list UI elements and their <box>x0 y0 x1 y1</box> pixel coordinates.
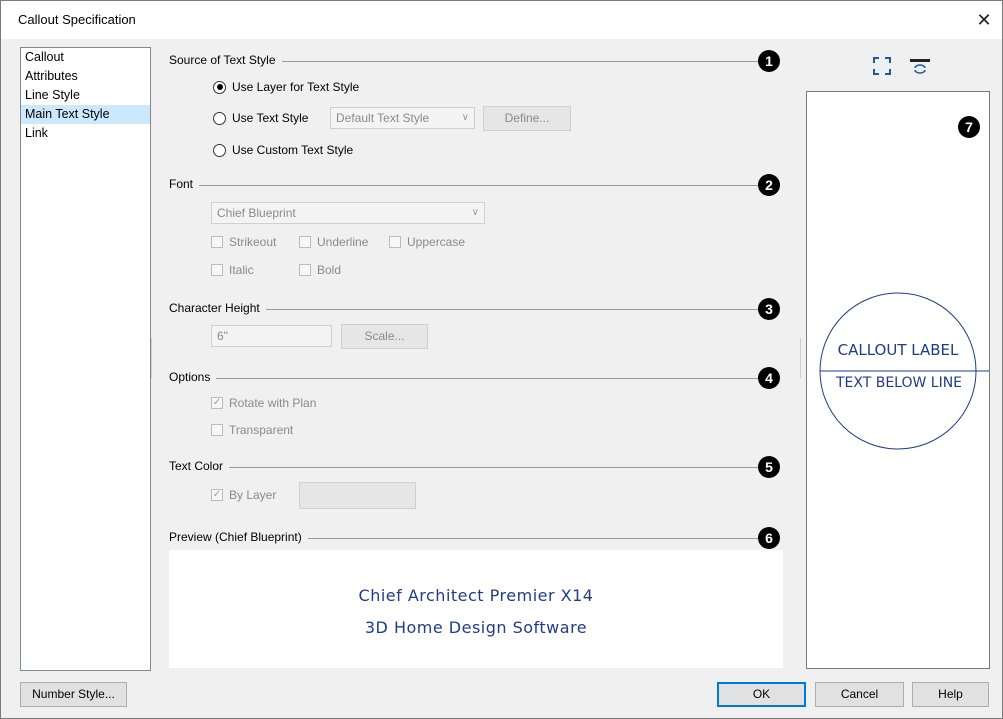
callout-number-3: 3 <box>758 298 780 320</box>
character-height-field[interactable]: 6" <box>211 325 332 347</box>
section-divider <box>169 467 759 468</box>
bold-checkbox[interactable]: Bold <box>299 263 341 277</box>
callout-number-6: 6 <box>758 527 780 549</box>
section-label: Text Color <box>169 459 230 473</box>
radio-dot <box>213 111 226 125</box>
use-custom-text-style-radio[interactable]: Use Custom Text Style <box>213 143 353 157</box>
checkbox-box <box>389 236 401 248</box>
checkbox-label: Underline <box>317 235 369 249</box>
checkbox-label: Rotate with Plan <box>229 396 317 410</box>
callout-number-2: 2 <box>758 174 780 196</box>
rotate-preview-icon[interactable] <box>909 57 931 79</box>
radio-dot <box>213 143 226 157</box>
by-layer-checkbox[interactable]: ✓ By Layer <box>211 488 276 502</box>
italic-checkbox[interactable]: Italic <box>211 263 254 277</box>
callout-number-5: 5 <box>758 456 780 478</box>
number-style-button[interactable]: Number Style... <box>20 682 127 707</box>
nav-item-link[interactable]: Link <box>21 124 150 143</box>
nav-item-line-style[interactable]: Line Style <box>21 86 150 105</box>
cancel-button[interactable]: Cancel <box>815 682 904 707</box>
window-title: Callout Specification <box>18 12 136 27</box>
uppercase-checkbox[interactable]: Uppercase <box>389 235 465 249</box>
fill-window-icon-graphic <box>873 57 891 75</box>
checkbox-box <box>299 264 311 276</box>
nav-item-attributes[interactable]: Attributes <box>21 67 150 86</box>
section-label: Font <box>169 177 200 191</box>
section-font: Font <box>169 177 769 193</box>
radio-label: Use Custom Text Style <box>232 143 354 157</box>
text-preview-area: Chief Architect Premier X14 3D Home Desi… <box>169 550 783 668</box>
title-bar: Callout Specification ✕ <box>1 1 1002 39</box>
section-label: Character Height <box>169 301 266 315</box>
section-divider <box>169 185 759 186</box>
checkbox-box <box>211 424 223 436</box>
checkbox-box <box>211 236 223 248</box>
checkmark-icon: ✓ <box>211 397 223 409</box>
checkbox-label: By Layer <box>229 488 277 502</box>
checkbox-box <box>299 236 311 248</box>
checkbox-box <box>211 264 223 276</box>
checkbox-label: Italic <box>229 263 254 277</box>
section-label: Options <box>169 370 217 384</box>
checkbox-label: Uppercase <box>407 235 466 249</box>
callout-preview-panel: 7 CALLOUT LABEL TEXT BELOW LINE <box>806 91 990 669</box>
section-character-height: Character Height <box>169 301 769 317</box>
preview-line-1: Chief Architect Premier X14 <box>358 586 594 605</box>
category-list[interactable]: Callout Attributes Line Style Main Text … <box>20 47 151 671</box>
chevron-down-icon: ∨ <box>471 207 479 218</box>
section-preview: Preview (Chief Blueprint) <box>169 530 769 546</box>
checkbox-label: Strikeout <box>229 235 277 249</box>
scale-button[interactable]: Scale... <box>341 324 428 349</box>
underline-checkbox[interactable]: Underline <box>299 235 368 249</box>
section-options: Options <box>169 370 769 386</box>
define-button[interactable]: Define... <box>483 106 571 131</box>
transparent-checkbox[interactable]: Transparent <box>211 423 293 437</box>
strikeout-checkbox[interactable]: Strikeout <box>211 235 276 249</box>
checkmark-icon: ✓ <box>211 489 223 501</box>
dropdown-value: Chief Blueprint <box>217 206 296 220</box>
text-style-dropdown[interactable]: Default Text Style ∨ <box>330 107 475 129</box>
help-button[interactable]: Help <box>912 682 989 707</box>
use-layer-radio[interactable]: Use Layer for Text Style <box>213 80 359 94</box>
font-dropdown[interactable]: Chief Blueprint ∨ <box>211 202 485 224</box>
preview-line-2: 3D Home Design Software <box>364 618 588 637</box>
callout-number-4: 4 <box>758 367 780 389</box>
callout-specification-dialog: Callout Specification ✕ Callout Attribut… <box>0 0 1003 719</box>
nav-item-main-text-style[interactable]: Main Text Style <box>21 105 150 124</box>
section-text-color: Text Color <box>169 459 769 475</box>
section-label: Source of Text Style <box>169 53 282 67</box>
use-text-style-radio[interactable]: Use Text Style <box>213 111 308 125</box>
rotate-with-plan-checkbox[interactable]: ✓ Rotate with Plan <box>211 396 316 410</box>
callout-label-bottom: TEXT BELOW LINE <box>835 375 963 391</box>
radio-dot <box>213 80 226 94</box>
color-swatch-button[interactable] <box>299 482 416 509</box>
callout-label-top: CALLOUT LABEL <box>837 341 959 359</box>
dropdown-value: Default Text Style <box>336 111 430 125</box>
checkbox-label: Transparent <box>229 423 294 437</box>
ok-button[interactable]: OK <box>717 682 806 707</box>
section-divider <box>169 378 759 379</box>
radio-label: Use Layer for Text Style <box>232 80 360 94</box>
splitter-handle-right[interactable] <box>800 338 801 378</box>
nav-item-callout[interactable]: Callout <box>21 48 150 67</box>
callout-number-1: 1 <box>758 50 780 72</box>
fill-window-icon[interactable] <box>871 57 893 79</box>
close-icon[interactable]: ✕ <box>972 8 996 32</box>
radio-label: Use Text Style <box>232 111 309 125</box>
section-source-of-text-style: Source of Text Style <box>169 53 769 69</box>
splitter-handle-left[interactable] <box>151 338 152 378</box>
section-label: Preview (Chief Blueprint) <box>169 530 308 544</box>
checkbox-label: Bold <box>317 263 342 277</box>
rotate-preview-icon-graphic <box>910 59 930 74</box>
chevron-down-icon: ∨ <box>461 112 469 123</box>
